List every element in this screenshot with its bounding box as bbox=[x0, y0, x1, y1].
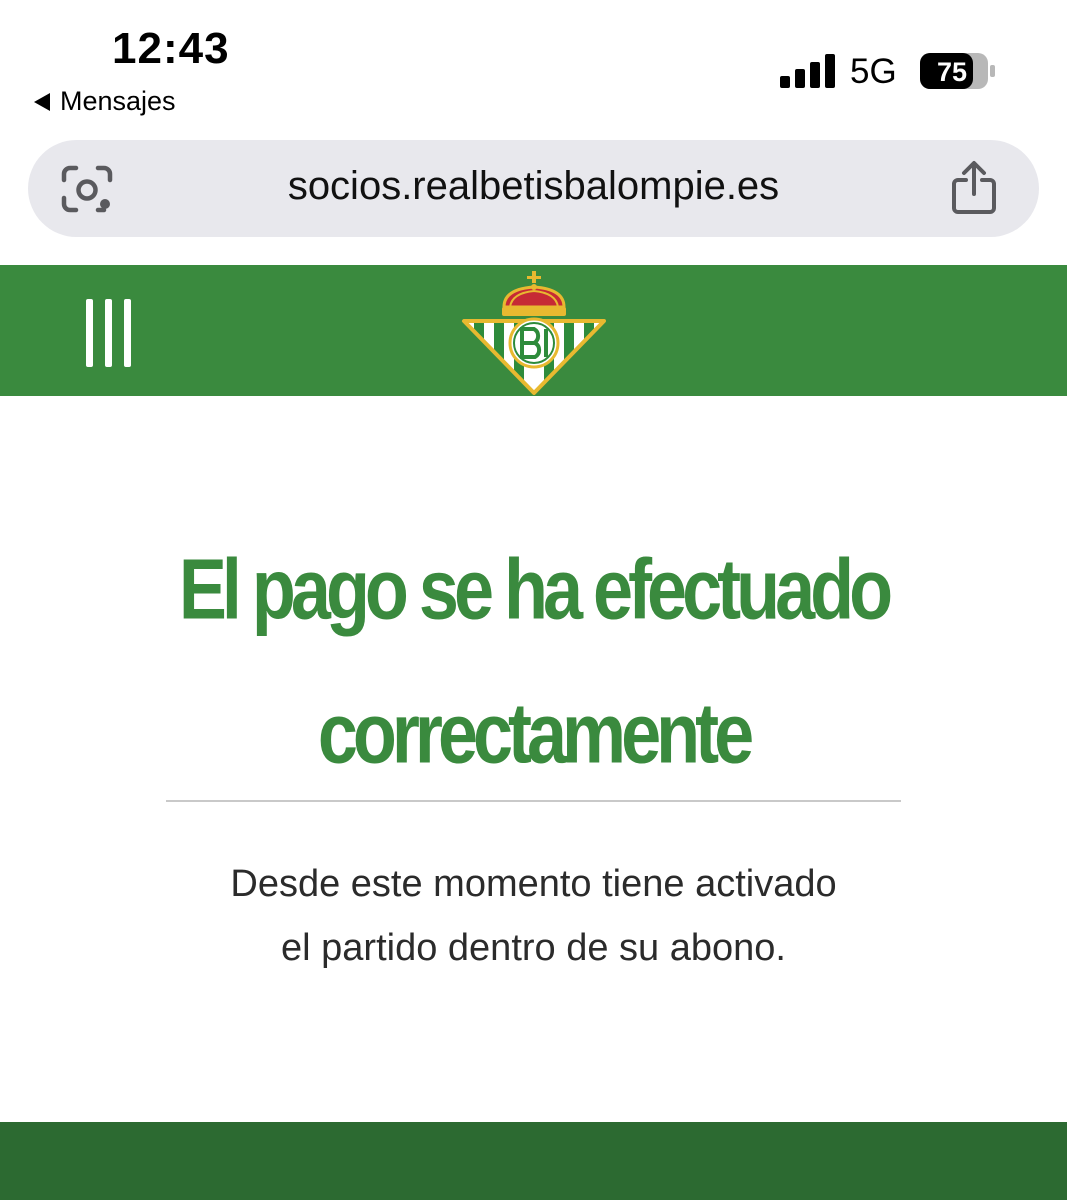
battery-icon: 75 bbox=[920, 53, 995, 89]
divider bbox=[166, 800, 901, 802]
status-bar: 12:43 Mensajes 5G 75 bbox=[0, 0, 1067, 130]
back-arrow-icon bbox=[34, 92, 50, 111]
share-icon[interactable] bbox=[948, 160, 1000, 216]
network-type: 5G bbox=[850, 52, 897, 91]
battery-percentage: 75 bbox=[937, 57, 967, 87]
confirmation-message: Desde este momento tiene activado el par… bbox=[100, 852, 967, 980]
status-time: 12:43 bbox=[112, 24, 230, 73]
message-line-1: Desde este momento tiene activado bbox=[230, 863, 837, 905]
title-line-1: El pago se ha efectuado bbox=[178, 542, 893, 638]
payment-success-title: El pago se ha efectuado correctamente bbox=[80, 518, 987, 806]
back-to-app-link[interactable]: Mensajes bbox=[34, 86, 176, 117]
address-bar[interactable]: socios.realbetisbalompie.es bbox=[28, 140, 1039, 237]
real-betis-crest-logo[interactable] bbox=[460, 269, 608, 395]
back-label: Mensajes bbox=[60, 86, 176, 116]
site-header bbox=[0, 265, 1067, 396]
url-text[interactable]: socios.realbetisbalompie.es bbox=[28, 164, 1039, 209]
title-line-2: correctamente bbox=[317, 686, 754, 782]
cellular-signal-icon bbox=[780, 54, 835, 88]
message-line-2: el partido dentro de su abono. bbox=[281, 927, 786, 969]
site-footer bbox=[0, 1122, 1067, 1200]
menu-icon[interactable] bbox=[78, 297, 140, 369]
